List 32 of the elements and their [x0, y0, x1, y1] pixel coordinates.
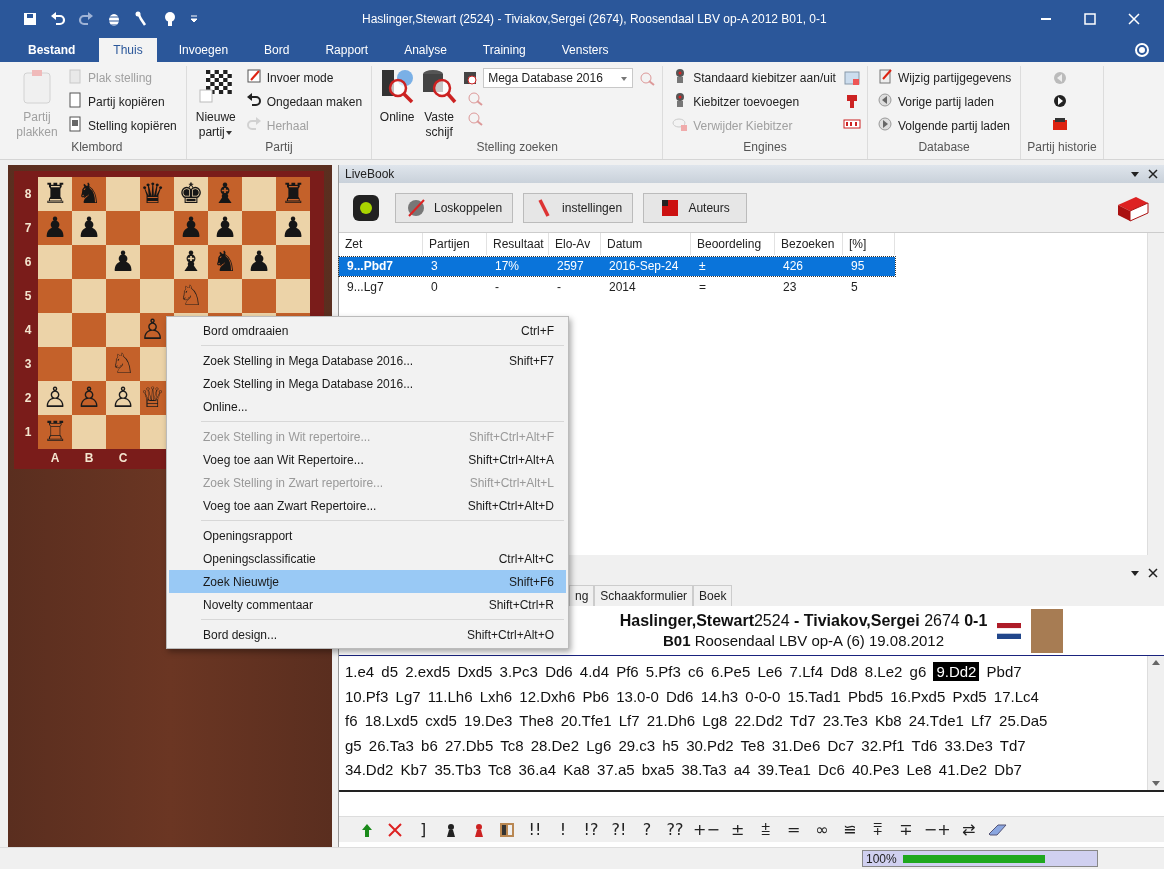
file-label: B — [84, 451, 94, 465]
rank-label: 2 — [23, 390, 33, 407]
shortcut-text: Shift+Ctrl+Alt+L — [469, 475, 554, 490]
shortcut-text: Shift+Ctrl+Alt+D — [467, 498, 554, 513]
shortcut-text: Shift+Ctrl+Alt+F — [468, 429, 554, 444]
shortcut-text: Shift+F7 — [508, 353, 554, 368]
shortcut-text: Shift+Ctrl+R — [488, 597, 554, 612]
file-label: A — [50, 451, 60, 465]
shortcut-text: Ctrl+F — [521, 323, 554, 338]
rank-label: 1 — [23, 424, 33, 441]
shortcut-text: Shift+Ctrl+Alt+A — [468, 452, 554, 467]
file-label: C — [118, 451, 128, 465]
rank-label: 8 — [23, 186, 33, 203]
rank-label: 4 — [23, 322, 33, 339]
group-label: Engines — [742, 140, 788, 156]
zoom-indicator: 100% — [862, 850, 1098, 867]
shortcut-text: Ctrl+Alt+C — [498, 551, 554, 566]
group-label: Klembord — [70, 140, 124, 156]
group-label: Partij historie — [1027, 140, 1097, 156]
window-title: Haslinger,Stewart (2524) - Tiviakov,Sergei (2674), Roosendaal LBV op-A 2012 B01, 0-1 — [362, 12, 828, 26]
rank-label: 5 — [23, 288, 33, 305]
rank-label: 7 — [23, 220, 33, 237]
rank-label: 6 — [23, 254, 33, 271]
shortcut-text: Shift+Ctrl+Alt+O — [466, 627, 554, 642]
pane-title: LiveBook — [345, 167, 395, 181]
game-event: B01 Roosendaal LBV op-A (6) 19.08.2012 — [662, 632, 944, 649]
game-players: Haslinger,Stewart2524 - Tiviakov,Sergei 2674 0-1 — [619, 612, 988, 630]
rank-label: 3 — [23, 356, 33, 373]
group-label: Partij — [264, 140, 294, 156]
group-label: Database — [917, 140, 971, 156]
group-label: Stelling zoeken — [475, 140, 559, 156]
shortcut-text: Shift+F6 — [508, 574, 554, 589]
